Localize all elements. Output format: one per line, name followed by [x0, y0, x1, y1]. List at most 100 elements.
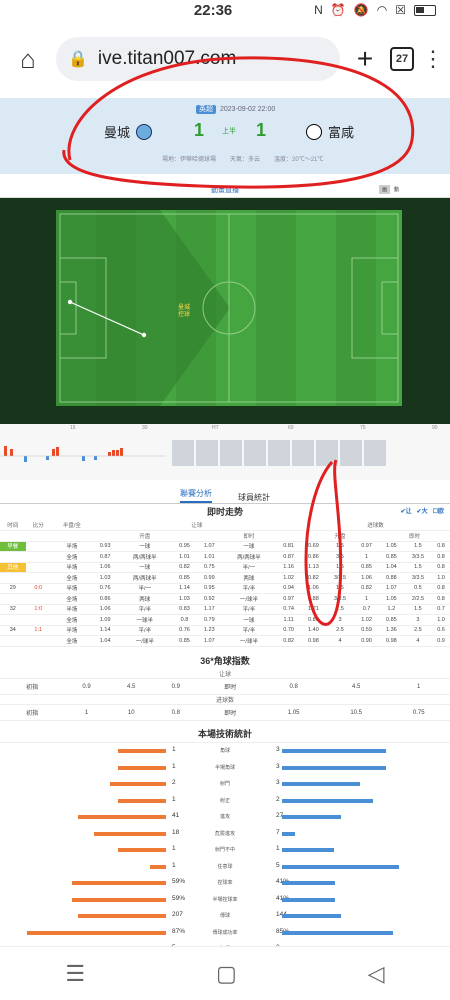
menu-icon[interactable]: ☰ [65, 961, 85, 987]
trend-cell: 32 [0, 604, 26, 615]
away-stat-bar [282, 914, 341, 918]
home-square-icon[interactable]: ▢ [216, 961, 237, 987]
trend-cell [25, 572, 51, 584]
tab-league-analysis[interactable]: 聯賽分析 [180, 488, 212, 503]
away-team[interactable]: 富咸 [306, 122, 354, 141]
away-stat-value: 3 [276, 762, 280, 770]
trend-cell: 0.86 [301, 614, 326, 626]
trend-cell: 0.76 [92, 583, 118, 594]
home-icon[interactable]: ⌂ [8, 39, 48, 79]
home-stat-value: 1 [172, 845, 176, 852]
home-stat-bar [94, 831, 166, 836]
away-stat-bar [282, 765, 386, 770]
trend-cell: 平/半 [221, 583, 277, 594]
trend-cell: 1.01 [196, 551, 222, 563]
home-stat-value: 87% [172, 927, 186, 935]
trend-cell: 0.8 [432, 583, 450, 594]
home-stat-value: 59% [172, 894, 186, 902]
home-stat-value: 1 [172, 746, 176, 753]
stat-row: 1 射正 2 [0, 793, 450, 810]
stat-name: 半場控球率 [212, 896, 238, 903]
corner-cell: 初指 [0, 678, 65, 695]
league-tag[interactable]: 英超 [196, 105, 216, 114]
back-triangle-icon[interactable]: ◁ [368, 961, 385, 987]
toggle-draw[interactable]: 画 [378, 185, 390, 194]
live-label[interactable]: 動畫直播 [211, 185, 239, 195]
trend-cell: 半场 [51, 583, 93, 594]
trend-cell: 1.16 [276, 562, 301, 573]
trend-cell: 2/2.5 [403, 593, 433, 605]
corner-cell: 0.75 [387, 704, 450, 721]
trend-cell: 0.82 [172, 562, 197, 573]
trend-cell [0, 593, 26, 605]
stat-name: 射門不中 [214, 847, 235, 853]
trend-cell: 3/3.5 [325, 593, 355, 605]
trend-cell: 4 [403, 635, 433, 647]
trend-cell: 0.79 [196, 614, 222, 626]
away-stat-bar [282, 848, 334, 852]
trend-cell: 两球 [221, 572, 277, 584]
trend-cell: 0.92 [196, 593, 222, 605]
corner-cell: 0.8 [262, 678, 325, 695]
view-toggle[interactable]: 画 動 [378, 185, 402, 194]
stat-row: 1 半場角球 3 [0, 760, 450, 777]
home-stat-bar [78, 914, 166, 918]
trend-cell [25, 635, 51, 647]
away-team-name: 富咸 [328, 125, 355, 140]
home-stat-value: 207 [172, 911, 183, 918]
tab-player-stats[interactable]: 球員統計 [238, 492, 270, 503]
trend-cell: 0.69 [301, 541, 326, 552]
trend-cell: 0.76 [172, 625, 197, 636]
away-stat-bar [282, 897, 335, 902]
trend-cell: 1.05 [378, 541, 404, 552]
trend-cell: 1.14 [92, 625, 118, 636]
live-bar: 動畫直播 画 動 [0, 182, 450, 198]
trend-cell: 1.13 [301, 562, 326, 573]
url-bar[interactable]: 🔒 ive.titan007.com [56, 37, 340, 81]
check-handicap[interactable]: ✔让 [401, 504, 412, 520]
trend-cell: 两/两球半 [117, 572, 173, 584]
stat-row: 18 危險進攻 7 [0, 826, 450, 843]
trend-cell: 0.99 [196, 572, 222, 584]
tick-90: 90 [432, 425, 438, 431]
check-overunder[interactable]: ✔大 [417, 504, 428, 520]
home-stat-bar [27, 930, 166, 935]
trend-cell: 34 [0, 625, 26, 636]
trend-cell: 半场 [51, 604, 93, 615]
check-euro[interactable]: ☐欧 [433, 504, 444, 520]
tick-15: 15 [70, 425, 76, 431]
home-stat-bar [150, 864, 166, 869]
trend-cell: 1.03 [172, 593, 197, 605]
trend-cell: 1.5 [403, 562, 433, 573]
overflow-menu-icon[interactable]: ⋮ [422, 46, 444, 72]
away-score: 1 [256, 120, 267, 140]
home-team[interactable]: 曼城 [104, 122, 153, 141]
toggle-anim[interactable]: 動 [390, 185, 402, 194]
stat-row: 41 進攻 27 [0, 809, 450, 826]
home-stat-bar [72, 881, 166, 885]
trend-cell: 2.5 [325, 625, 355, 636]
tick-ht: HT [212, 425, 219, 431]
trend-cell: 0.8 [432, 593, 450, 605]
trend-cell: 1.5 [325, 604, 355, 615]
trend-cell: 1.0 [432, 572, 450, 584]
stat-name: 角球 [219, 748, 230, 754]
corner-cell: 即时 [198, 678, 263, 695]
stat-name: 射正 [219, 797, 230, 804]
corner-sub-goals: 进球数 [0, 694, 450, 705]
trend-cell: 0.9 [432, 635, 450, 647]
home-stat-value: 1 [172, 795, 176, 803]
trend-cell: 全场 [51, 551, 93, 563]
venue: 場地：伊蒂哈德球場 [162, 157, 217, 163]
trend-cell: 1.06 [354, 572, 379, 584]
home-stat-value: 41 [172, 812, 180, 819]
home-stat-bar [110, 782, 166, 786]
new-tab-icon[interactable]: + [348, 43, 382, 75]
stat-row: 2 射門 3 [0, 776, 450, 793]
trend-cell: 1.04 [378, 562, 404, 573]
trend-cell: 0.88 [378, 572, 404, 584]
trend-cell: 0.95 [196, 583, 222, 594]
pitch-svg: 曼城 控球 [0, 198, 450, 424]
tab-count-button[interactable]: 27 [390, 47, 414, 71]
trend-cell: 0.85 [172, 572, 197, 584]
